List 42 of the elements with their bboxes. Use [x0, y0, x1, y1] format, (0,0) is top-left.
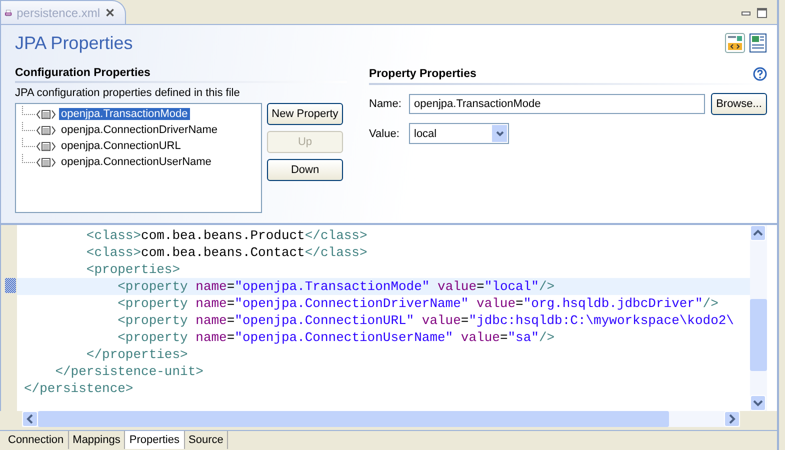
help-icon[interactable]: [753, 67, 767, 81]
form-title: JPA Properties: [15, 32, 133, 54]
property-button[interactable]: New Property: [267, 103, 343, 125]
vertical-scrollbar[interactable]: [750, 225, 767, 411]
code-line: </properties>: [85, 346, 189, 363]
property-icon: [36, 124, 56, 136]
field-label: Name:: [369, 97, 402, 112]
code-line: <class>com.bea.beans.Product</class>: [85, 227, 368, 244]
page-tab[interactable]: Properties: [125, 431, 184, 449]
scroll-thumb[interactable]: [750, 299, 767, 371]
page-view-icon[interactable]: [749, 33, 767, 53]
scroll-down-icon[interactable]: [750, 395, 766, 411]
property-button[interactable]: Down: [267, 159, 343, 181]
editor-tab[interactable]: persistence.xml ✕: [0, 0, 126, 24]
chevron-down-icon: [496, 130, 504, 136]
property-icon: [36, 156, 56, 168]
code-line: <properties>: [85, 261, 182, 278]
code-line: </persistence-unit>: [54, 363, 204, 380]
browse-button[interactable]: Browse...: [711, 93, 767, 115]
close-icon[interactable]: ✕: [105, 6, 115, 20]
tree-item[interactable]: openjpa.ConnectionUserName: [59, 156, 214, 168]
value-dropdown[interactable]: local: [409, 123, 509, 144]
name-field[interactable]: openjpa.TransactionMode: [409, 94, 705, 114]
scroll-right-icon[interactable]: [724, 411, 740, 427]
scroll-left-icon[interactable]: [22, 411, 38, 427]
code-line: <property name="openjpa.ConnectionDriverName" value="org.hsqldb.jdbcDriver"/>: [116, 295, 720, 312]
maximize-icon[interactable]: [757, 8, 767, 18]
code-line: </persistence>: [23, 380, 134, 397]
code-line: <property name="openjpa.ConnectionUserName" value="sa"/>: [116, 329, 556, 346]
scroll-up-icon[interactable]: [750, 225, 766, 241]
section-heading: Configuration Properties: [15, 67, 347, 83]
field-label: Value:: [369, 126, 400, 142]
section-heading: Property Properties: [369, 68, 476, 80]
tree-item[interactable]: openjpa.ConnectionDriverName: [59, 124, 220, 136]
code-line: <class>com.bea.beans.Contact</class>: [85, 244, 368, 261]
property-icon: [36, 108, 56, 120]
tree-item[interactable]: openjpa.ConnectionURL: [59, 140, 183, 152]
design-view-icon[interactable]: [725, 33, 745, 53]
code-line: <property name="openjpa.ConnectionURL" value="jdbc:hsqldb:C:\myworkspace\kodo2\: [116, 312, 735, 329]
section-description: JPA configuration properties defined in this file: [15, 87, 241, 99]
tree-item[interactable]: openjpa.TransactionMode: [59, 108, 190, 120]
property-icon: [36, 140, 56, 152]
